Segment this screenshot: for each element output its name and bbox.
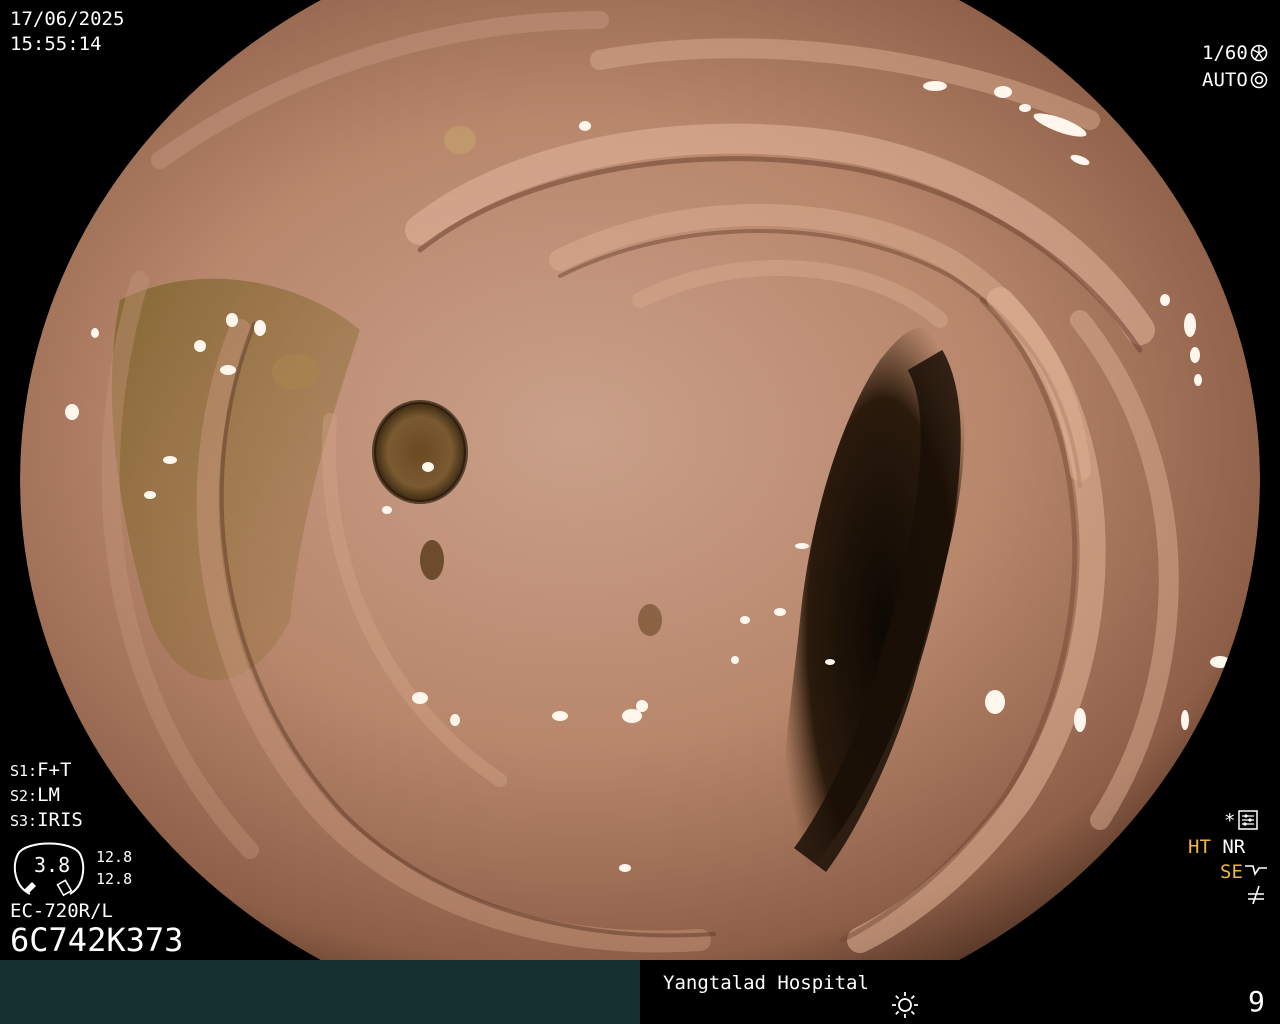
- setting-s2: S2:LM: [10, 784, 60, 806]
- scope-model-label: EC-720R/L: [10, 900, 113, 922]
- serial-number: 6C742K373: [10, 921, 184, 959]
- gauge-value: 3.8: [34, 853, 71, 877]
- gauge-top-value: 12.8: [96, 848, 133, 866]
- nr-label: NR: [1222, 836, 1246, 858]
- setting-s3: S3:IRIS: [10, 809, 83, 831]
- shutter-label: 1/60: [1202, 42, 1268, 65]
- iris-icon: [1250, 71, 1268, 89]
- settings-icon: [1238, 810, 1259, 830]
- status-bar: Yangtalad Hospital 9: [0, 960, 1280, 1024]
- image-counter: 9: [1248, 985, 1265, 1018]
- setting-s1: S1:F+T: [10, 759, 72, 781]
- structure-enhance-icon: [1244, 865, 1267, 876]
- endoscope-viewport: 17/06/2025 15:55:14 1/60 AUTO S1:F+T S2:…: [0, 0, 1280, 960]
- time-label: 15:55:14: [10, 33, 102, 55]
- exposure-mode-label: AUTO: [1202, 69, 1268, 92]
- shutter-value: 1/60: [1202, 42, 1248, 64]
- hospital-name: Yangtalad Hospital: [663, 972, 869, 994]
- ht-nr-indicator: HT NR: [1188, 836, 1245, 859]
- date-label: 17/06/2025: [10, 8, 125, 30]
- ht-label: HT: [1188, 836, 1211, 858]
- settings-indicator: *: [1224, 810, 1259, 833]
- freeze-icon: [1248, 885, 1264, 905]
- colon-lumen-image: [0, 0, 1280, 960]
- brightness-icon: [892, 992, 918, 1018]
- se-indicator: SE: [1220, 861, 1269, 884]
- status-bar-right-panel: Yangtalad Hospital 9: [640, 960, 1280, 1024]
- status-bar-left-panel: [0, 960, 640, 1024]
- gauge-bottom-value: 12.8: [96, 870, 133, 888]
- star-marker: *: [1224, 810, 1236, 832]
- se-label: SE: [1220, 861, 1243, 883]
- exposure-mode-value: AUTO: [1202, 69, 1248, 91]
- shutter-icon: [1250, 44, 1268, 62]
